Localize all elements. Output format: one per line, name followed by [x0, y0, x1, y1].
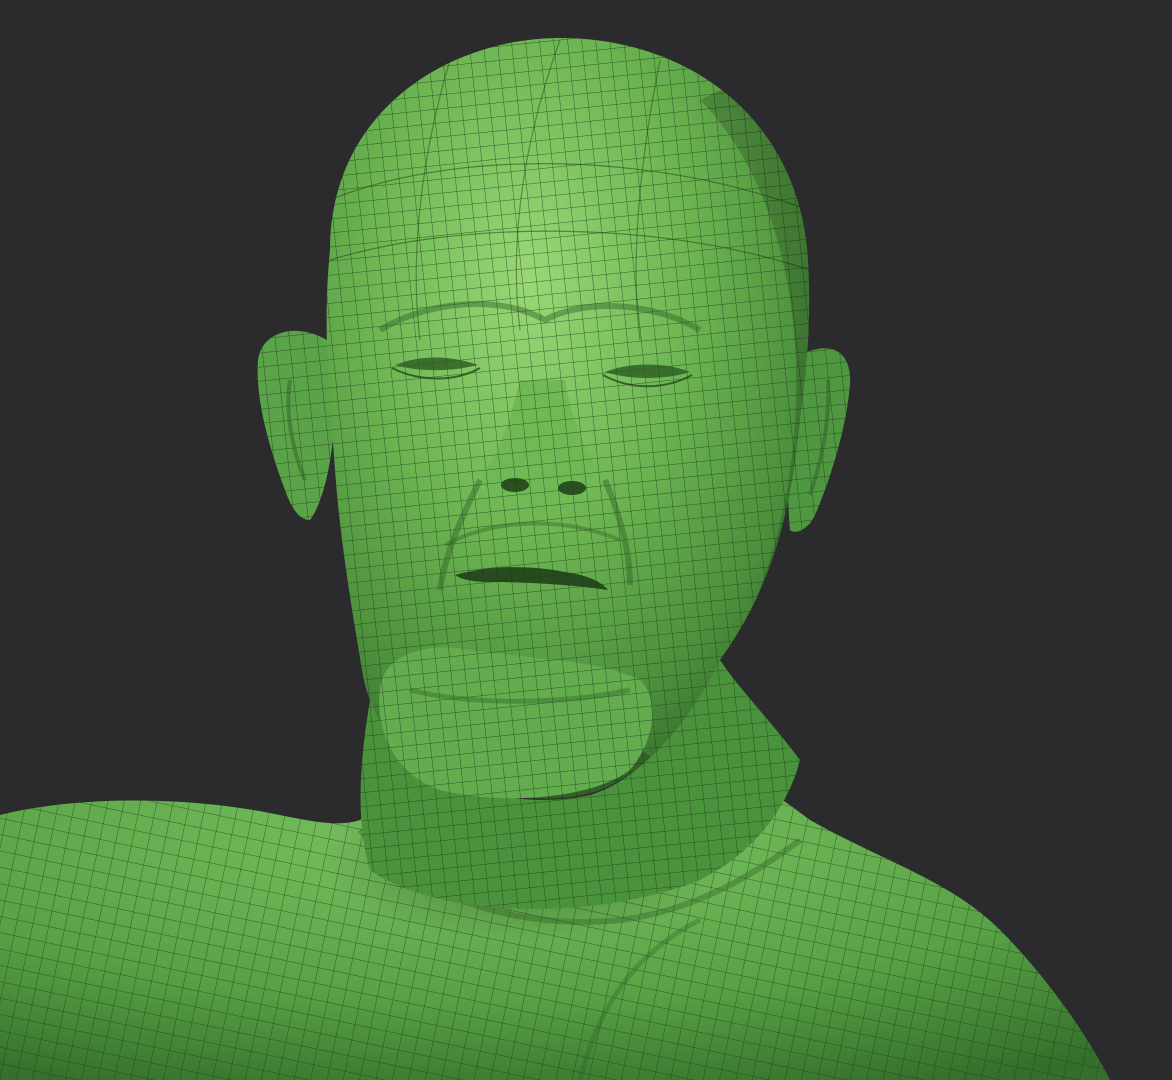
viewport-canvas[interactable] [0, 0, 1172, 1080]
sculpt-render [0, 0, 1172, 1080]
